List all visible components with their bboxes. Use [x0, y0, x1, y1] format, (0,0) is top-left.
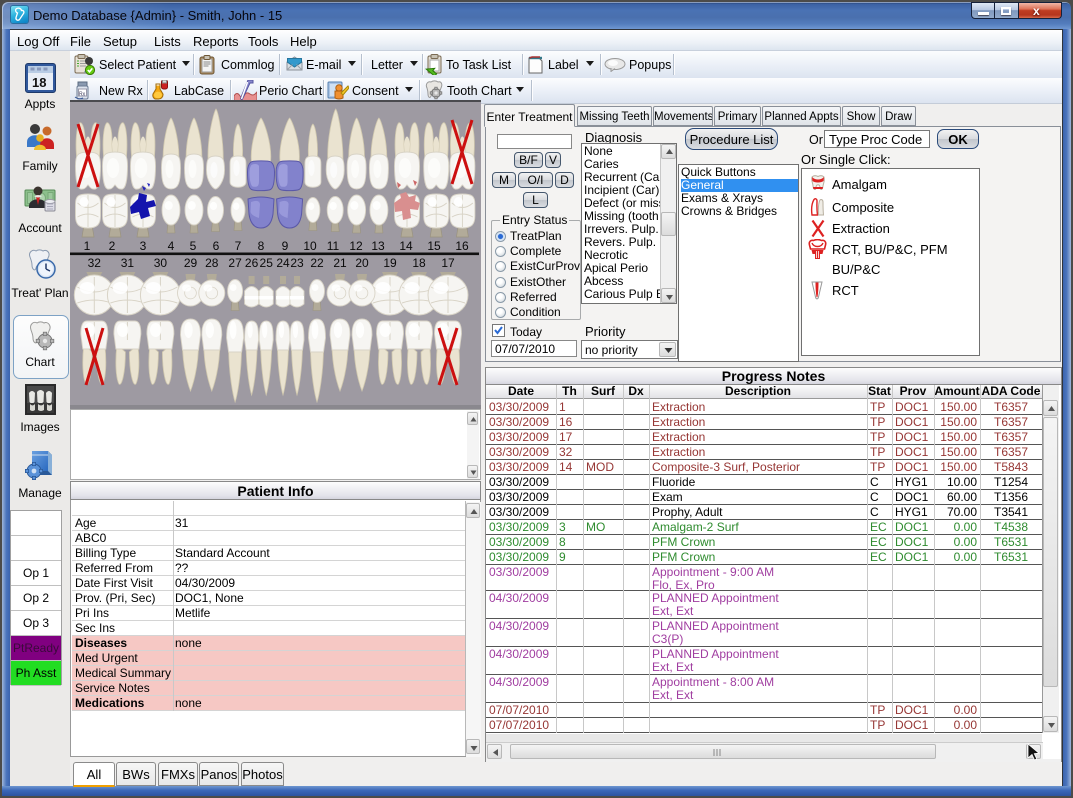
- svg-text:18: 18: [32, 75, 46, 90]
- svg-text:18: 18: [412, 256, 426, 270]
- svg-text:14: 14: [399, 239, 413, 253]
- svg-text:15: 15: [427, 239, 441, 253]
- svg-text:6: 6: [213, 239, 220, 253]
- svg-text:11: 11: [327, 239, 340, 253]
- svg-text:10: 10: [303, 239, 317, 253]
- svg-text:9: 9: [282, 239, 289, 253]
- svg-text:29: 29: [184, 256, 198, 270]
- svg-text:8: 8: [258, 239, 265, 253]
- svg-text:32: 32: [88, 256, 102, 270]
- svg-text:2: 2: [109, 239, 116, 253]
- svg-text:25: 25: [260, 256, 274, 270]
- svg-text:23: 23: [290, 256, 304, 270]
- svg-text:12: 12: [349, 239, 363, 253]
- svg-text:31: 31: [121, 256, 135, 270]
- svg-text:20: 20: [355, 256, 369, 270]
- svg-text:24: 24: [276, 256, 290, 270]
- svg-text:26: 26: [245, 256, 259, 270]
- svg-text:27: 27: [228, 256, 242, 270]
- svg-text:30: 30: [154, 256, 168, 270]
- svg-text:4: 4: [168, 239, 175, 253]
- svg-text:Rx: Rx: [79, 92, 86, 98]
- svg-text:22: 22: [310, 256, 324, 270]
- svg-text:17: 17: [441, 256, 455, 270]
- svg-text:16: 16: [455, 239, 469, 253]
- svg-text:1: 1: [84, 239, 91, 253]
- svg-text:19: 19: [383, 256, 397, 270]
- svg-text:7: 7: [235, 239, 242, 253]
- svg-text:28: 28: [205, 256, 219, 270]
- svg-text:13: 13: [371, 239, 385, 253]
- svg-text:3: 3: [140, 239, 147, 253]
- svg-text:21: 21: [333, 256, 347, 270]
- svg-text:5: 5: [190, 239, 197, 253]
